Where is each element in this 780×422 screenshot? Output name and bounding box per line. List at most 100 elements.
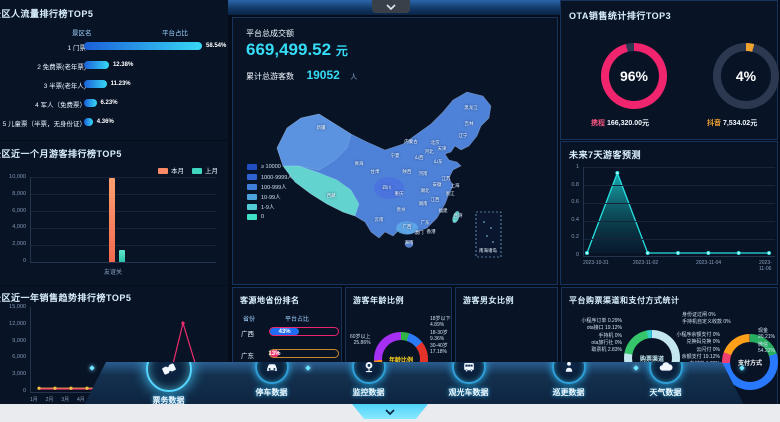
map-legend-item[interactable]: 1000-9999人	[247, 172, 293, 181]
legend-swatch	[158, 168, 168, 174]
province-row: 广东 13%	[241, 348, 341, 360]
column-header-name: 景区名	[72, 27, 92, 37]
legend-swatch	[247, 214, 257, 220]
flow-rank-row: 4 军人（免费票） 6.23%	[0, 97, 228, 111]
x-tick: 2023-11-04	[696, 260, 721, 266]
ota-caption-ctrip: 携程 166,320.00元	[591, 118, 649, 128]
payment-callouts-left: 小程序余额支付 0%兑换码兑换 0%云闪付 0%余额支付 19.12%支付宝 6…	[674, 332, 720, 367]
province-bar-fill: 13%	[270, 350, 279, 357]
y-axis: 10.80.60.40.20	[563, 164, 579, 258]
payment-callouts-right: 现金20.21%微信54.22%	[758, 328, 775, 354]
x-axis: 2023-10-31 2023-11-02 2023-11-04 2023-11-06	[583, 260, 775, 270]
column-header-value: 平台占比	[162, 27, 188, 37]
y-axis: 10,0008,0006,0004,0002,0000	[0, 174, 26, 264]
top-collapse-button[interactable]	[372, 0, 410, 13]
flow-row-value: 11.23%	[111, 81, 131, 87]
province-bar-fill: 43%	[270, 328, 299, 335]
y-tick: 6,000	[12, 354, 26, 360]
y-tick: 10,000	[9, 174, 26, 180]
bar-this-month	[109, 178, 115, 262]
flow-rank-row: 3 半票(老年人) 11.23%	[0, 78, 228, 92]
map-legend-item[interactable]: ≥ 10000	[247, 162, 293, 171]
chevron-down-icon	[384, 408, 396, 416]
channel-callout: ota旅行社 0%	[566, 340, 622, 346]
map-legend-item[interactable]: 100-999人	[247, 182, 293, 191]
x-tick: 3月	[61, 396, 69, 403]
forecast-area-chart	[584, 167, 776, 257]
panel-title: OTA销售统计排行TOP3	[569, 9, 671, 22]
y-tick: 0	[576, 252, 579, 258]
x-tick: 2月	[46, 396, 54, 403]
visitors-unit: 人	[350, 74, 357, 81]
gmv-label: 平台总成交额	[246, 28, 294, 39]
panel-title: 游客年龄比例	[353, 295, 404, 306]
payment-callout: 云闪付 0%	[674, 347, 720, 353]
age-callout: 60岁以上25.86%	[350, 334, 371, 347]
legend-this-month[interactable]: 本月	[158, 165, 184, 175]
channel-callout: 手持机自定义收款 0%	[682, 319, 731, 325]
visitors-row: 累计总游客数 19052 人	[246, 66, 357, 84]
gmv-unit: 元	[336, 44, 348, 58]
channel-callouts-right: 身份证过闸 0%手持机自定义收款 0%	[682, 312, 731, 326]
panel-title: 景区近一年销售趋势排行榜TOP5	[0, 291, 131, 304]
flow-row-label: 3 半票(老年人)	[44, 80, 86, 90]
legend-label: 10-99人	[261, 193, 281, 201]
age-callouts-left: 60岁以上25.86%	[350, 334, 371, 347]
column-header-value: 平台占比	[285, 314, 309, 323]
x-tick: 1月	[30, 396, 38, 403]
y-tick: 8,000	[12, 191, 26, 197]
ota-donut-douyin: 4%	[713, 43, 779, 109]
ota-donut-ctrip: 96%	[601, 43, 667, 109]
ota-pct-douyin: 4%	[736, 68, 756, 84]
flow-row-label: 5 儿童票（半票，无身份证）	[3, 118, 86, 128]
ota-caption-douyin: 抖音 7,534.02元	[707, 118, 757, 128]
dashboard: 景区人流量排行榜TOP5 景区名 平台占比 1 门票 58.54% 2 免费票(…	[0, 0, 780, 422]
map-legend-item[interactable]: 10-99人	[247, 192, 293, 201]
channel-callout: ota接口 19.12%	[566, 325, 622, 331]
nav-label: 停车数据	[256, 387, 288, 398]
province-bar-track: 43%	[269, 327, 339, 336]
x-category: 友谊关	[104, 267, 122, 276]
x-tick: 2023-11-02	[633, 260, 658, 266]
chart-legend: 本月 上月	[158, 165, 218, 175]
panel-title: 游客男女比例	[463, 295, 514, 306]
y-tick: 2,000	[12, 241, 26, 247]
legend-swatch	[247, 204, 257, 210]
flow-rank-row: 2 免费票(老年票) 12.38%	[0, 59, 228, 73]
y-tick: 0.2	[571, 234, 579, 240]
legend-last-month[interactable]: 上月	[192, 165, 218, 175]
panel-ota: OTA销售统计排行TOP3 96% 4% 携程 166,320.00元 抖音 7…	[560, 0, 778, 140]
bottom-nav: 票务数据 停车数据 监控数据 观光车数据 巡更数据 天气数据	[84, 362, 744, 405]
y-tick: 9,000	[12, 338, 26, 344]
channel-center-label: 购票渠道	[640, 354, 664, 363]
payment-callout: 现金20.21%	[758, 328, 775, 341]
ticket-icon	[160, 360, 178, 378]
bottom-collapse-button[interactable]	[352, 404, 428, 419]
province-name: 广西	[241, 328, 254, 338]
channel-callout: 身份证过闸 0%	[682, 312, 731, 318]
payment-callout: 余额支付 19.12%	[674, 354, 720, 360]
y-tick: 6,000	[12, 208, 26, 214]
map-legend: ≥ 10000 1000-9999人 100-999人 10-99人	[247, 162, 293, 221]
panel-title: 客源地省份排名	[240, 295, 300, 306]
flow-row-value: 12.38%	[113, 62, 133, 68]
age-callouts-right: 18岁以下4.89%18-30岁9.36%30-40岁17.18%	[430, 316, 451, 356]
x-tick: 2023-11-06	[759, 260, 775, 270]
province-bar-track: 13%	[269, 349, 339, 358]
legend-swatch	[247, 164, 257, 170]
map-legend-item[interactable]: 1-9人	[247, 202, 293, 211]
flow-rank-row: 5 儿童票（半票，无身份证） 4.36%	[0, 116, 228, 130]
panel-title: 景区人流量排行榜TOP5	[0, 7, 93, 20]
ota-pct-ctrip: 96%	[620, 68, 648, 84]
plot-area	[583, 167, 775, 257]
map-legend-item[interactable]: 0	[247, 212, 293, 221]
y-tick: 0	[23, 388, 26, 394]
legend-label: ≥ 10000	[261, 164, 281, 170]
channel-callout: 小程序订单 0.29%	[566, 318, 622, 324]
province-row: 广西 43%	[241, 326, 341, 338]
payment-callout: 兑换码兑换 0%	[674, 339, 720, 345]
x-tick: 2023-10-31	[583, 260, 609, 266]
legend-swatch	[247, 184, 257, 190]
age-callout: 18-30岁9.36%	[430, 330, 451, 343]
legend-swatch	[247, 194, 257, 200]
